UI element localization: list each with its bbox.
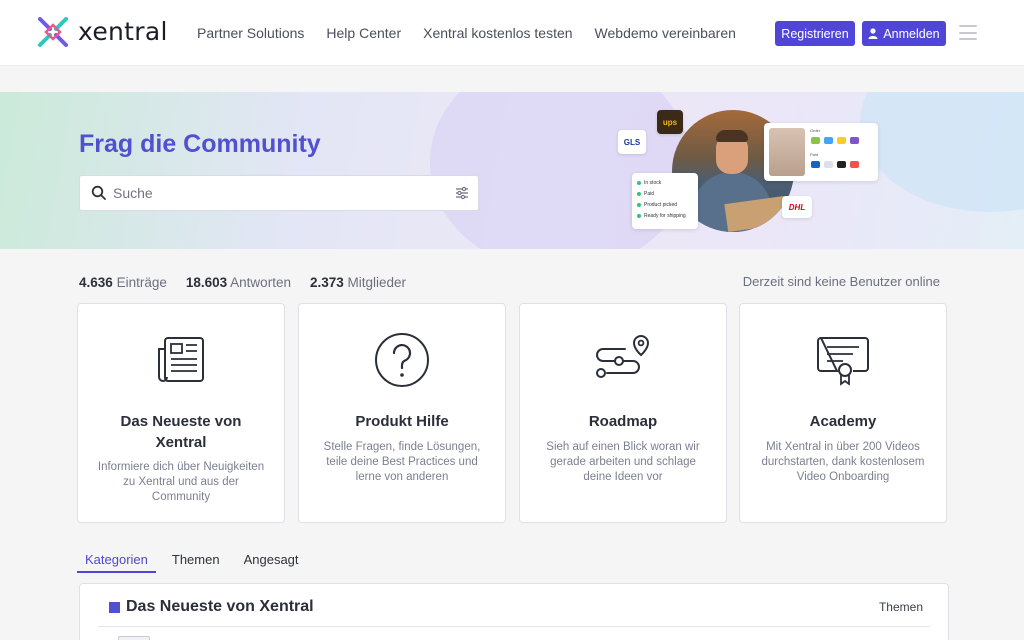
login-button-label: Anmelden (883, 26, 940, 41)
tab-kategorien[interactable]: Kategorien (77, 552, 156, 573)
xentral-logo[interactable]: xentral (38, 17, 168, 47)
community-stats: 4.636 Einträge 18.603 Antworten 2.373 Mi… (79, 275, 406, 290)
status-ready-for-shipping: Ready for shipping (644, 212, 686, 219)
card-roadmap[interactable]: Roadmap Sieh auf einen Blick woran wir g… (519, 303, 727, 523)
status-paid: Paid (644, 190, 655, 197)
nav-link-help-center[interactable]: Help Center (326, 25, 401, 41)
online-users-text: Derzeit sind keine Benutzer online (742, 274, 940, 289)
nav-link-webdemo[interactable]: Webdemo vereinbaren (595, 25, 736, 41)
main-nav: Partner Solutions Help Center Xentral ko… (197, 25, 736, 41)
card-product-help[interactable]: Produkt Hilfe Stelle Fragen, finde Lösun… (298, 303, 506, 523)
ups-tag: ups (657, 110, 683, 134)
search-box[interactable] (79, 175, 479, 211)
card-news-title: Das Neueste von Xentral (120, 413, 242, 451)
search-input[interactable] (113, 176, 443, 210)
members-stat: 2.373 Mitglieder (309, 275, 407, 290)
status-product-picked: Product picked (644, 201, 678, 208)
category-thumbnail[interactable] (118, 636, 150, 640)
card-roadmap-text: Sieh auf einen Blick woran wir gerade ar… (546, 441, 700, 483)
shop-channels-card: Order Paid (764, 123, 878, 181)
card-product-help-text: Stelle Fragen, finde Lösungen, teile dei… (323, 441, 481, 483)
login-button[interactable]: Anmelden (862, 21, 946, 46)
hero-illustration: GLS ups In stock Paid Product picked Rea… (618, 108, 880, 234)
tab-angesagt[interactable]: Angesagt (236, 552, 307, 573)
divider (98, 626, 930, 627)
card-news[interactable]: Das Neueste von Xentral Informiere dich … (77, 303, 285, 523)
card-academy[interactable]: Academy Mit Xentral in über 200 Videos d… (739, 303, 947, 523)
answers-stat: 18.603 Antworten (185, 275, 291, 290)
xentral-logo-icon (38, 17, 68, 47)
page-title: Frag die Community (79, 130, 321, 158)
content-tabs: Kategorien Themen Angesagt (77, 552, 315, 573)
route-pin-icon (596, 334, 650, 378)
filter-sliders-icon[interactable] (455, 186, 469, 200)
card-roadmap-title: Roadmap (588, 413, 658, 430)
entries-stat: 4.636 Einträge (79, 275, 167, 290)
tab-themen[interactable]: Themen (164, 552, 228, 573)
shop-order-label: Order (810, 128, 821, 133)
card-academy-title: Academy (809, 413, 877, 430)
hamburger-icon[interactable] (959, 25, 977, 40)
certificate-icon (817, 336, 869, 386)
category-panel: Das Neueste von Xentral Themen (79, 583, 949, 640)
category-title-text: Das Neueste von Xentral (126, 598, 314, 615)
product-image (769, 128, 805, 176)
search-icon (91, 185, 106, 200)
status-in-stock: In stock (644, 179, 662, 186)
card-product-help-title: Produkt Hilfe (355, 413, 449, 430)
question-circle-icon (375, 333, 429, 387)
nav-link-partner-solutions[interactable]: Partner Solutions (197, 25, 304, 41)
nav-link-free-trial[interactable]: Xentral kostenlos testen (423, 25, 572, 41)
category-title[interactable]: Das Neueste von Xentral (109, 598, 314, 616)
dhl-tag: DHL (782, 196, 812, 218)
order-status-card: In stock Paid Product picked Ready for s… (632, 173, 698, 229)
logo-wordmark: xentral (78, 17, 168, 46)
category-color-square (109, 601, 120, 613)
shop-paid-label: Paid (810, 152, 819, 157)
site-header: xentral Partner Solutions Help Center Xe… (0, 0, 1024, 66)
hero-banner: Frag die Community GLS ups In stock Paid… (0, 92, 1024, 249)
card-news-text: Informiere dich über Neuigkeiten zu Xent… (97, 461, 265, 503)
card-academy-text: Mit Xentral in über 200 Videos durchstar… (761, 441, 925, 483)
gls-tag: GLS (618, 130, 646, 154)
register-button[interactable]: Registrieren (775, 21, 855, 46)
user-icon (868, 28, 878, 39)
topics-column-header: Themen (878, 600, 923, 614)
newspaper-icon (158, 337, 204, 382)
